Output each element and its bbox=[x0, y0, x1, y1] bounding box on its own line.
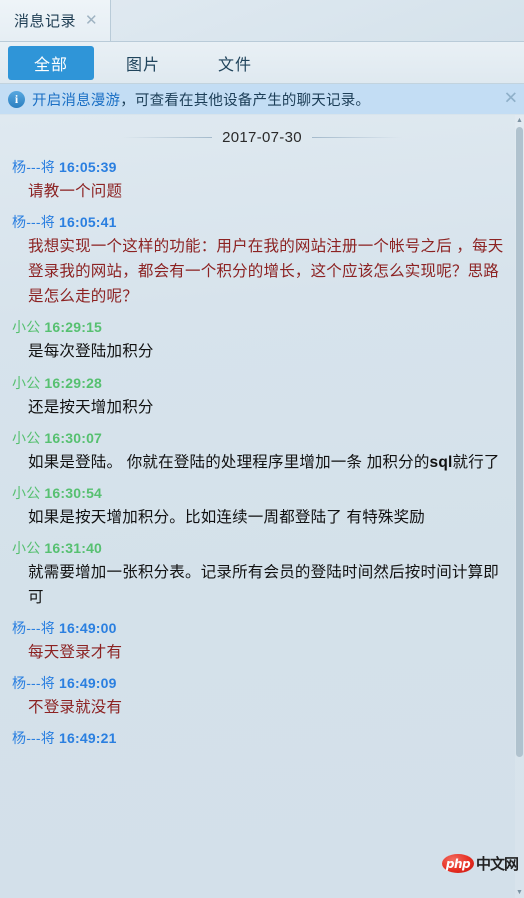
message-timestamp: 16:30:07 bbox=[44, 429, 103, 446]
info-icon: i bbox=[8, 90, 25, 108]
message-header: 杨---将 16:49:00 bbox=[10, 615, 514, 640]
message-item: 小公 16:29:15 是每次登陆加积分 bbox=[10, 314, 514, 369]
message-timestamp: 16:29:28 bbox=[44, 374, 103, 391]
date-label: 2017-07-30 bbox=[222, 129, 302, 146]
notice-text: 开启消息漫游，可查看在其他设备产生的聊天记录。 bbox=[32, 89, 370, 110]
close-icon[interactable]: ✕ bbox=[85, 13, 98, 28]
date-separator: 2017-07-30 bbox=[10, 115, 514, 154]
scroll-down-arrow[interactable]: ▼ bbox=[516, 889, 523, 896]
tab-message-history[interactable]: 消息记录 ✕ bbox=[0, 0, 111, 41]
message-timestamp: 16:49:09 bbox=[59, 675, 117, 692]
message-scroll-container: 2017-07-30 杨---将 16:05:39 请教一个问题 杨---将 16:05… bbox=[0, 115, 524, 898]
message-list: 杨---将 16:05:39 请教一个问题 杨---将 16:05:41 我想实现一个这样… bbox=[10, 154, 514, 751]
divider-line-right bbox=[311, 137, 402, 138]
message-text: 是每次登陆加积分 bbox=[28, 343, 154, 361]
sender-name[interactable]: 杨---将 bbox=[12, 159, 55, 175]
message-text: 我想实现一个这样的功能：用户在我的网站注册一个帐号之后 ，每天登录我的网站，都会… bbox=[28, 238, 504, 306]
enable-roaming-link[interactable]: 开启消息漫游 bbox=[32, 93, 120, 109]
message-header: 杨---将 16:49:21 bbox=[10, 725, 514, 750]
message-text: 请教一个问题 bbox=[28, 183, 123, 200]
message-item: 杨---将 16:49:00 每天登录才有 bbox=[10, 615, 514, 670]
divider-line-left bbox=[122, 137, 213, 138]
tab-bar: 消息记录 ✕ bbox=[0, 0, 524, 42]
message-item: 杨---将 16:05:39 请教一个问题 bbox=[10, 154, 514, 209]
message-header: 小公 16:29:15 bbox=[10, 314, 514, 339]
sender-name[interactable]: 小公 bbox=[12, 540, 40, 556]
filter-tab-files[interactable]: 文件 bbox=[192, 46, 278, 80]
message-text: 如果是按天增加积分。比如连续一周都登陆了 有特殊奖励 bbox=[28, 508, 426, 526]
notice-rest-text: ，可查看在其他设备产生的聊天记录。 bbox=[120, 92, 371, 109]
filter-tab-all[interactable]: 全部 bbox=[8, 45, 95, 80]
message-text: 就需要增加一张积分表。记录所有会员的登陆时间然后按时间计算即可 bbox=[28, 563, 500, 606]
filter-bar: 全部 图片 文件 bbox=[0, 42, 524, 84]
message-item: 小公 16:29:28 还是按天增加积分 bbox=[10, 370, 514, 425]
close-icon[interactable]: ✕ bbox=[504, 90, 518, 108]
message-timestamp: 16:31:40 bbox=[44, 539, 103, 556]
message-header: 小公 16:31:40 bbox=[10, 535, 514, 560]
message-item: 小公 16:31:40 就需要增加一张积分表。记录所有会员的登陆时间然后按时间计算即… bbox=[10, 535, 514, 615]
sender-name[interactable]: 小公 bbox=[12, 430, 40, 446]
message-header: 杨---将 16:05:41 bbox=[10, 209, 514, 234]
php-logo-icon: php bbox=[441, 854, 474, 873]
message-text: 每天登录才有 bbox=[28, 644, 123, 662]
message-timestamp: 16:49:00 bbox=[59, 620, 117, 637]
message-item: 小公 16:30:07 如果是登陆。 你就在登陆的处理程序里增加一条 加积分的sql… bbox=[10, 425, 514, 480]
filter-tab-images[interactable]: 图片 bbox=[100, 46, 186, 80]
message-item: 小公 16:30:54 如果是按天增加积分。比如连续一周都登陆了 有特殊奖励 bbox=[10, 480, 514, 535]
message-text: 不登录就没有 bbox=[28, 699, 123, 717]
tab-label: 消息记录 bbox=[14, 13, 77, 30]
message-header: 小公 16:29:28 bbox=[10, 370, 514, 395]
message-list-area: 2017-07-30 杨---将 16:05:39 请教一个问题 杨---将 16:05… bbox=[0, 115, 524, 898]
message-header: 小公 16:30:54 bbox=[10, 480, 514, 505]
scrollbar[interactable]: ▲ ▼ bbox=[515, 115, 524, 898]
sender-name[interactable]: 杨---将 bbox=[12, 730, 55, 746]
message-item: 杨---将 16:49:09 不登录就没有 bbox=[10, 670, 514, 725]
sender-name[interactable]: 小公 bbox=[12, 319, 40, 335]
message-item: 杨---将 16:49:21 bbox=[10, 725, 514, 751]
message-text: 如果是登陆。 你就在登陆的处理程序里增加一条 加积分的sql就行了 bbox=[28, 453, 500, 471]
sender-name[interactable]: 杨---将 bbox=[12, 620, 55, 636]
watermark: php 中文网 bbox=[441, 853, 519, 874]
watermark-site-text: 中文网 bbox=[475, 856, 519, 873]
roaming-notice-bar: i 开启消息漫游，可查看在其他设备产生的聊天记录。 ✕ bbox=[0, 84, 524, 114]
sender-name[interactable]: 杨---将 bbox=[12, 675, 55, 691]
sender-name[interactable]: 杨---将 bbox=[12, 214, 55, 230]
message-timestamp: 16:29:15 bbox=[44, 319, 103, 336]
message-text: 还是按天增加积分 bbox=[28, 398, 154, 416]
message-timestamp: 16:30:54 bbox=[44, 484, 103, 501]
sender-name[interactable]: 小公 bbox=[12, 485, 40, 501]
message-timestamp: 16:49:21 bbox=[59, 730, 117, 747]
message-header: 杨---将 16:49:09 bbox=[10, 670, 514, 695]
message-header: 小公 16:30:07 bbox=[10, 425, 514, 450]
sender-name[interactable]: 小公 bbox=[12, 375, 40, 391]
scrollbar-thumb[interactable] bbox=[516, 127, 523, 757]
scroll-up-arrow[interactable]: ▲ bbox=[516, 117, 523, 124]
message-header: 杨---将 16:05:39 bbox=[10, 154, 514, 179]
message-item: 杨---将 16:05:41 我想实现一个这样的功能：用户在我的网站注册一个帐号之后… bbox=[10, 209, 514, 314]
message-timestamp: 16:05:39 bbox=[59, 159, 117, 175]
message-timestamp: 16:05:41 bbox=[59, 214, 117, 231]
